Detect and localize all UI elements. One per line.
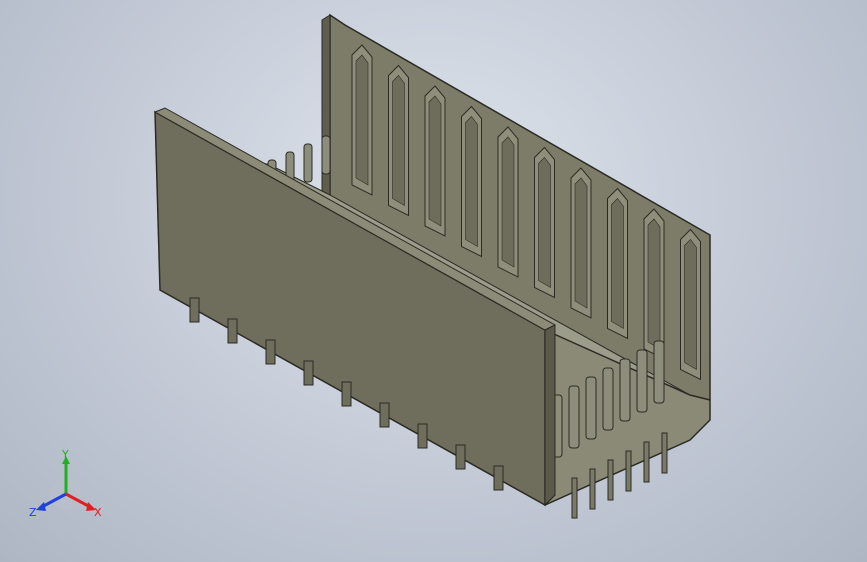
fin-slot xyxy=(647,218,661,350)
x-axis-label: X xyxy=(94,506,102,519)
wall-tab xyxy=(379,402,390,428)
wall-tab xyxy=(303,360,314,386)
connector-housing-model[interactable] xyxy=(0,0,867,562)
leg xyxy=(643,441,650,483)
fin-slot xyxy=(574,177,588,309)
end-pin xyxy=(602,367,614,431)
fin-slot xyxy=(538,157,551,289)
wall-tab xyxy=(455,444,466,470)
fin-slot xyxy=(465,116,478,248)
axis-triad: Y X Z xyxy=(29,448,102,519)
wall-tab xyxy=(189,297,200,323)
end-pin xyxy=(636,349,648,413)
wall-tab xyxy=(493,465,504,491)
wall-tab xyxy=(417,423,428,449)
z-axis-label: Z xyxy=(29,506,37,519)
fin-slot xyxy=(611,198,624,330)
fin-slot xyxy=(428,95,442,227)
fin-slot xyxy=(501,136,515,268)
wall-tab xyxy=(227,318,238,344)
rear-pin xyxy=(303,143,313,183)
wall-tab xyxy=(265,339,276,365)
leg xyxy=(661,432,668,474)
end-pin xyxy=(653,340,665,404)
leg xyxy=(607,459,614,501)
fin-slot xyxy=(392,75,405,207)
end-pin xyxy=(585,376,597,440)
fin-slot xyxy=(355,54,369,186)
cad-viewport[interactable]: Y X Z xyxy=(0,0,867,562)
leg xyxy=(625,450,632,492)
y-axis-label: Y xyxy=(61,448,69,461)
wall-tab xyxy=(341,381,352,407)
end-pin xyxy=(568,385,580,449)
rear-pin xyxy=(321,135,331,175)
fin-slot xyxy=(684,239,697,371)
leg xyxy=(589,468,596,510)
end-pin xyxy=(619,358,631,422)
leg xyxy=(571,477,578,519)
